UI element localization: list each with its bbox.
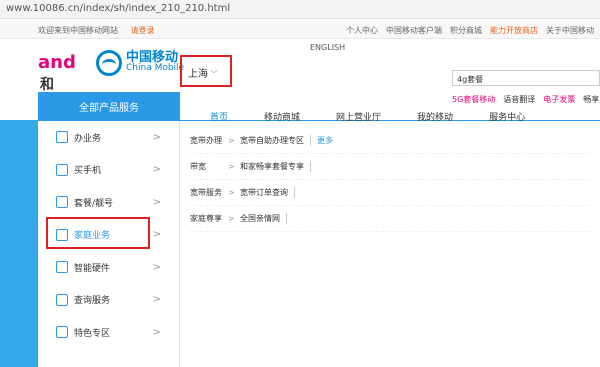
topnav-client[interactable]: 中国移动客户端 xyxy=(386,25,442,36)
and-logo[interactable]: and和 xyxy=(38,52,88,93)
topnav-personal[interactable]: 个人中心 xyxy=(346,25,378,36)
city-selector[interactable]: 上海 ﹀ xyxy=(180,55,232,87)
nav-home[interactable]: 首页 xyxy=(210,110,228,123)
user-search-icon xyxy=(56,293,68,306)
topnav-about[interactable]: 关于中国移动 xyxy=(546,25,594,36)
hotword-enjoy[interactable]: 畅享 xyxy=(583,94,599,105)
submenu-label: 家庭尊享 xyxy=(190,214,222,223)
nav-my-mobile[interactable]: 我的移动 xyxy=(417,110,453,123)
top-nav: 欢迎来到中国移动网站 请登录 个人中心 中国移动客户端 积分商城 能力开放商店 … xyxy=(0,20,600,39)
submenu-link[interactable]: 和家畅享套餐专享 xyxy=(240,161,311,172)
more-link[interactable]: 更多 xyxy=(317,135,333,146)
hotword-invoice[interactable]: 电子发票 xyxy=(543,94,575,105)
left-blue-strip xyxy=(0,120,38,367)
sidebar-item-phone[interactable]: 买手机 > xyxy=(38,154,179,187)
active-highlight-box xyxy=(46,217,150,249)
city-name: 上海 xyxy=(188,69,208,80)
briefcase-icon xyxy=(56,131,68,144)
all-products-button[interactable]: 全部产品服务 xyxy=(38,92,180,120)
phone-icon xyxy=(56,163,68,176)
sidebar-item-business[interactable]: 办业务 > xyxy=(38,121,179,154)
submenu-link[interactable]: 宽带订单查询 xyxy=(240,187,295,198)
login-link[interactable]: 请登录 xyxy=(131,26,155,35)
welcome-text: 欢迎来到中国移动网站 xyxy=(38,26,118,35)
nav-online-hall[interactable]: 网上营业厅 xyxy=(336,110,381,123)
sidebar-item-hardware[interactable]: 智能硬件 > xyxy=(38,251,179,284)
topnav-open-store[interactable]: 能力开放商店 xyxy=(490,25,538,36)
china-mobile-logo-icon xyxy=(96,50,122,76)
submenu-label: 宽带服务 xyxy=(190,188,222,197)
logo-cn: 中国移动 xyxy=(126,50,179,65)
sim-icon xyxy=(56,196,68,209)
family-submenu-panel: 宽带办理 > 宽带自助办理专区 更多 带宽 > 和家畅享套餐专享 宽带服务 > 宽带订… xyxy=(190,128,590,232)
submenu-row: 家庭尊享 > 全国亲情网 xyxy=(190,206,590,232)
english-link[interactable]: ENGLISH xyxy=(310,43,345,52)
submenu-row: 宽带服务 > 宽带订单查询 xyxy=(190,180,590,206)
sidebar-item-query[interactable]: 查询服务 > xyxy=(38,284,179,317)
search-input[interactable]: 4g套餐 xyxy=(452,70,600,86)
main-nav: 首页 移动商城 网上营业厅 我的移动 服务中心 xyxy=(210,110,525,123)
sidebar-item-plan[interactable]: 套餐/靓号 > xyxy=(38,186,179,219)
hotword-5g[interactable]: 5G套餐移动 xyxy=(452,94,495,105)
topnav-points[interactable]: 积分商城 xyxy=(450,25,482,36)
submenu-link[interactable]: 宽带自助办理专区 xyxy=(240,135,311,146)
nav-mall[interactable]: 移动商城 xyxy=(264,110,300,123)
logo-en: China Mobile xyxy=(126,63,185,73)
hotword-translate[interactable]: 语音翻译 xyxy=(503,94,535,105)
submenu-label: 带宽 xyxy=(190,162,206,171)
chevron-down-icon: ﹀ xyxy=(210,70,218,79)
submenu-label: 宽带办理 xyxy=(190,136,222,145)
submenu-link[interactable]: 全国亲情网 xyxy=(240,213,287,224)
hot-words: 5G套餐移动 语音翻译 电子发票 畅享 xyxy=(452,94,599,105)
submenu-row: 带宽 > 和家畅享套餐专享 xyxy=(190,154,590,180)
china-mobile-logo[interactable]: 中国移动 China Mobile xyxy=(96,50,184,76)
special-icon xyxy=(56,326,68,339)
browser-url-bar[interactable]: www.10086.cn/index/sh/index_210_210.html xyxy=(0,0,600,19)
url-text: www.10086.cn/index/sh/index_210_210.html xyxy=(6,3,231,14)
sidebar-item-special[interactable]: 特色专区 > xyxy=(38,316,179,349)
nav-service[interactable]: 服务中心 xyxy=(489,110,525,123)
device-icon xyxy=(56,261,68,274)
submenu-row: 宽带办理 > 宽带自助办理专区 更多 xyxy=(190,128,590,154)
